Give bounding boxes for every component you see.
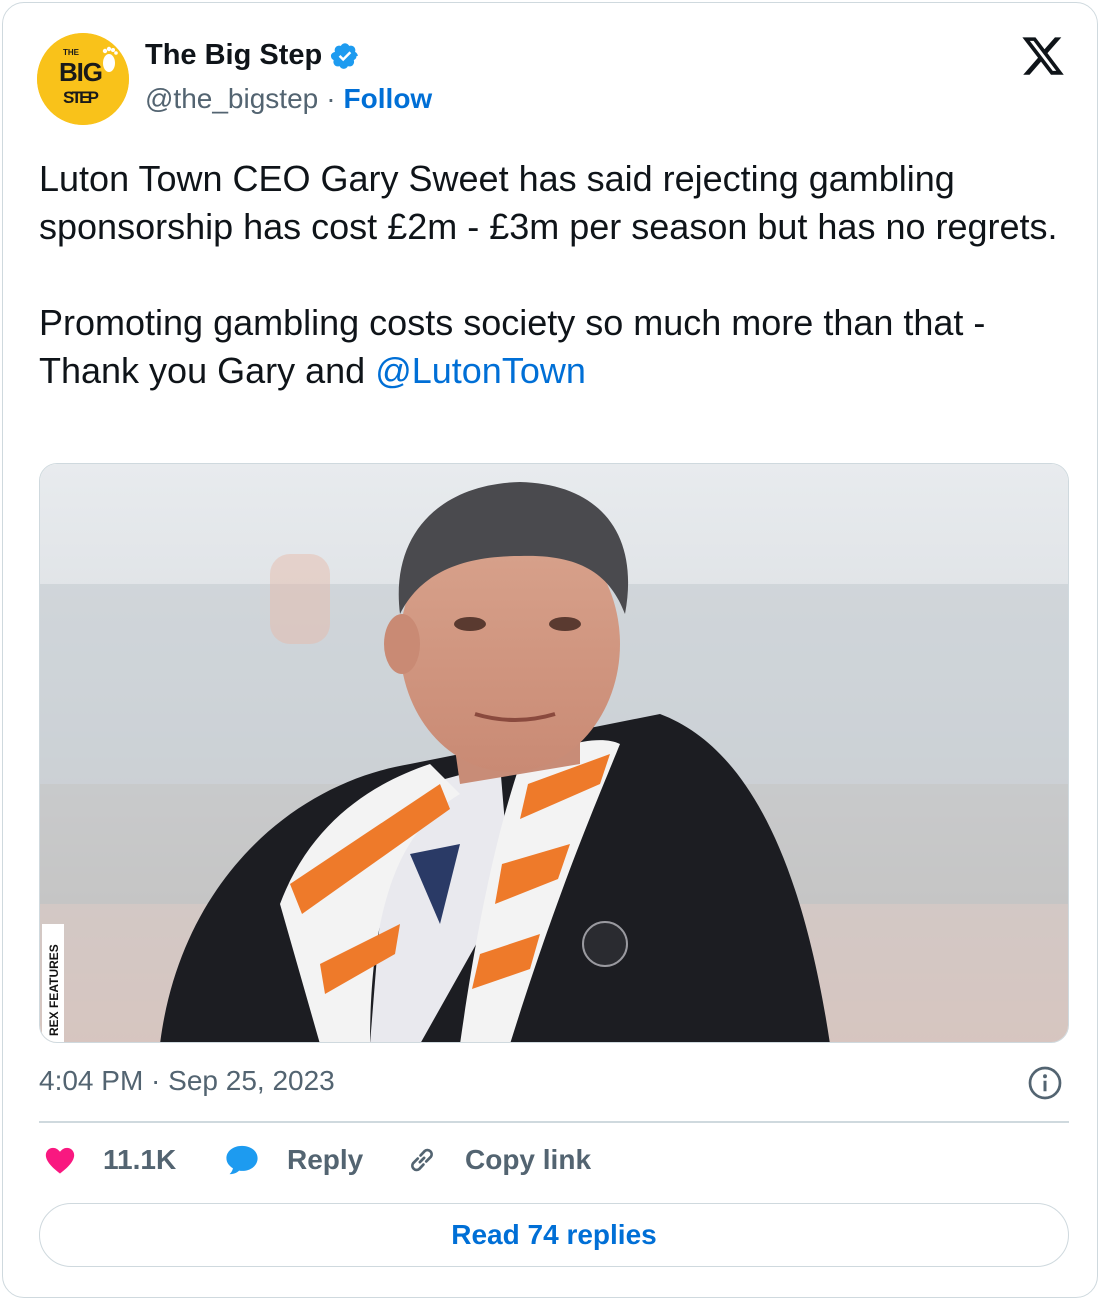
photo-credit: REX FEATURES: [47, 944, 61, 1036]
reply-label: Reply: [287, 1144, 364, 1175]
heart-icon: [45, 1147, 75, 1174]
link-icon: [411, 1148, 433, 1172]
svg-text:STEP: STEP: [63, 88, 99, 107]
handle[interactable]: @the_bigstep: [145, 83, 318, 115]
read-replies-label: Read 74 replies: [451, 1219, 657, 1250]
tweet-text: Luton Town CEO Gary Sweet has said rejec…: [39, 155, 1079, 395]
svg-text:THE: THE: [63, 48, 80, 57]
author-name-row[interactable]: The Big Step: [145, 39, 360, 72]
copy-link-button[interactable]: Copy link: [405, 1143, 591, 1177]
mention-link[interactable]: @LutonTown: [375, 350, 586, 391]
display-name[interactable]: The Big Step: [145, 39, 322, 72]
separator-dot: ·: [326, 83, 336, 114]
svg-text:BIG: BIG: [59, 57, 103, 87]
like-button[interactable]: 11.1K: [43, 1143, 176, 1177]
avatar[interactable]: THE BIG STEP: [37, 33, 129, 125]
x-logo-icon[interactable]: [1019, 33, 1067, 79]
divider: [39, 1121, 1069, 1123]
author-handle-row: @the_bigstep · Follow: [145, 83, 432, 115]
tweet-card: THE BIG STEP The Big Step @the_bigstep ·…: [2, 2, 1098, 1298]
info-icon[interactable]: [1027, 1065, 1063, 1101]
follow-button[interactable]: Follow: [344, 83, 433, 115]
read-replies-button[interactable]: Read 74 replies: [39, 1203, 1069, 1267]
reply-bubble-icon: [226, 1145, 258, 1175]
copy-link-label: Copy link: [465, 1144, 592, 1175]
verified-badge-icon: [331, 42, 359, 69]
tweet-text-paragraph-1: Luton Town CEO Gary Sweet has said rejec…: [39, 158, 1058, 247]
tweet-photo[interactable]: REX FEATURES: [39, 463, 1069, 1043]
like-count: 11.1K: [103, 1144, 177, 1175]
timestamp[interactable]: 4:04 PM · Sep 25, 2023: [39, 1065, 335, 1097]
reply-button[interactable]: Reply: [223, 1143, 363, 1177]
